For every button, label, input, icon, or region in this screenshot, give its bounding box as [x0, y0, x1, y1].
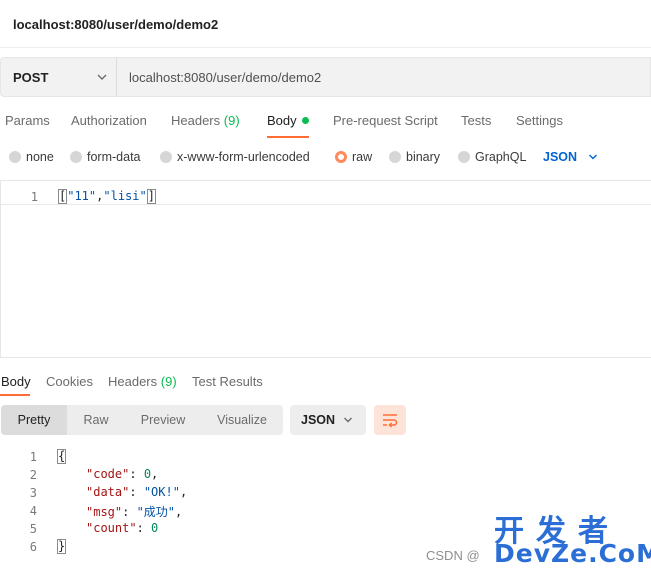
brace: {	[57, 449, 67, 464]
line-number: 1	[29, 450, 37, 464]
line-number: 1	[30, 190, 38, 204]
response-language-select[interactable]: JSON	[290, 405, 366, 435]
format-raw[interactable]: Raw	[67, 405, 125, 435]
request-tabs: Params Authorization Headers (9) Body Pr…	[0, 106, 651, 140]
json-field-msg: "msg": "成功",	[86, 505, 183, 519]
radio-none[interactable]	[9, 151, 21, 163]
radio-none-label: none	[26, 150, 54, 164]
request-body-code: ["11","lisi"]	[58, 189, 156, 204]
radio-binary[interactable]	[389, 151, 401, 163]
close-bracket: ]	[146, 189, 156, 204]
request-body-editor[interactable]: 1 ["11","lisi"]	[0, 180, 651, 358]
tab-body-label: Body	[267, 113, 297, 128]
radio-urlencoded-label: x-www-form-urlencoded	[177, 150, 310, 164]
open-bracket: [	[58, 189, 68, 204]
raw-language-select[interactable]: JSON	[543, 150, 577, 164]
resp-tab-body[interactable]: Body	[1, 374, 31, 389]
resp-tab-test-results[interactable]: Test Results	[192, 374, 263, 389]
line-number: 3	[29, 486, 37, 500]
tab-headers-count: (9)	[223, 113, 240, 128]
wrap-lines-button[interactable]	[374, 405, 406, 435]
json-value: "OK!"	[143, 485, 180, 499]
json-field-count: "count": 0	[86, 521, 159, 535]
tab-headers[interactable]: Headers (9)	[171, 113, 240, 128]
method-label: POST	[13, 70, 49, 85]
radio-urlencoded[interactable]	[160, 151, 172, 163]
tab-pre-request-script[interactable]: Pre-request Script	[333, 113, 438, 128]
format-pretty[interactable]: Pretty	[1, 405, 67, 435]
active-tab-underline	[0, 394, 30, 396]
resp-tab-headers-count: (9)	[160, 374, 177, 389]
active-tab-underline	[267, 136, 309, 138]
json-comma: ,	[151, 467, 159, 481]
format-visualize[interactable]: Visualize	[201, 405, 283, 435]
radio-graphql[interactable]	[458, 151, 470, 163]
line-number: 6	[29, 540, 37, 554]
radio-graphql-label: GraphQL	[475, 150, 527, 164]
line-number: 2	[29, 468, 37, 482]
array-item: "11"	[67, 189, 97, 203]
resp-tab-headers-label: Headers	[108, 374, 158, 389]
line-number: 5	[29, 522, 37, 536]
url-value: localhost:8080/user/demo/demo2	[129, 70, 322, 85]
json-value: "成功"	[136, 505, 176, 519]
chevron-down-icon	[97, 74, 107, 80]
json-value: 0	[143, 467, 152, 481]
resp-tab-headers[interactable]: Headers (9)	[108, 374, 177, 389]
radio-form-data[interactable]	[70, 151, 82, 163]
json-comma: ,	[179, 485, 188, 499]
request-title-bar: localhost:8080/user/demo/demo2	[0, 0, 651, 48]
tab-settings[interactable]: Settings	[516, 113, 563, 128]
wrap-lines-icon	[383, 414, 398, 428]
json-key: "count"	[86, 521, 137, 535]
response-language-label: JSON	[301, 413, 336, 427]
url-row: POST localhost:8080/user/demo/demo2	[0, 57, 651, 97]
url-input[interactable]: localhost:8080/user/demo/demo2	[116, 57, 651, 97]
csdn-watermark: CSDN @	[426, 548, 480, 563]
method-select[interactable]: POST	[0, 57, 116, 97]
request-title[interactable]: localhost:8080/user/demo/demo2	[13, 17, 218, 32]
radio-form-data-label: form-data	[87, 150, 141, 164]
json-key: "data"	[86, 485, 130, 499]
radio-raw[interactable]	[335, 151, 347, 163]
json-comma: ,	[175, 505, 183, 519]
json-open-brace: {	[57, 449, 67, 464]
json-value: 0	[151, 521, 159, 535]
tab-authorization[interactable]: Authorization	[71, 113, 147, 128]
json-key: "code"	[86, 467, 130, 481]
json-close-brace: }	[57, 539, 67, 554]
array-item: "lisi"	[103, 189, 147, 203]
chevron-down-icon	[344, 417, 352, 423]
body-type-options: none form-data x-www-form-urlencoded raw…	[0, 146, 651, 168]
brace: }	[57, 539, 67, 554]
tab-body[interactable]: Body	[267, 113, 309, 128]
devze-watermark-en: DevZe.CoM	[494, 539, 651, 568]
chevron-down-icon[interactable]	[587, 151, 599, 163]
tab-tests[interactable]: Tests	[461, 113, 491, 128]
resp-tab-cookies[interactable]: Cookies	[46, 374, 93, 389]
modified-dot-icon	[301, 117, 309, 124]
json-key: "msg"	[86, 505, 123, 519]
line-number: 4	[29, 504, 37, 518]
tab-params[interactable]: Params	[5, 113, 50, 128]
tab-headers-label: Headers	[171, 113, 221, 128]
json-field-data: "data": "OK!",	[86, 485, 188, 499]
json-field-code: "code": 0,	[86, 467, 159, 481]
format-preview[interactable]: Preview	[125, 405, 201, 435]
radio-binary-label: binary	[406, 150, 441, 164]
radio-raw-label: raw	[352, 150, 373, 164]
response-format-group: Pretty Raw Preview Visualize	[1, 405, 283, 435]
response-tabs: Body Cookies Headers (9) Test Results	[0, 370, 651, 396]
